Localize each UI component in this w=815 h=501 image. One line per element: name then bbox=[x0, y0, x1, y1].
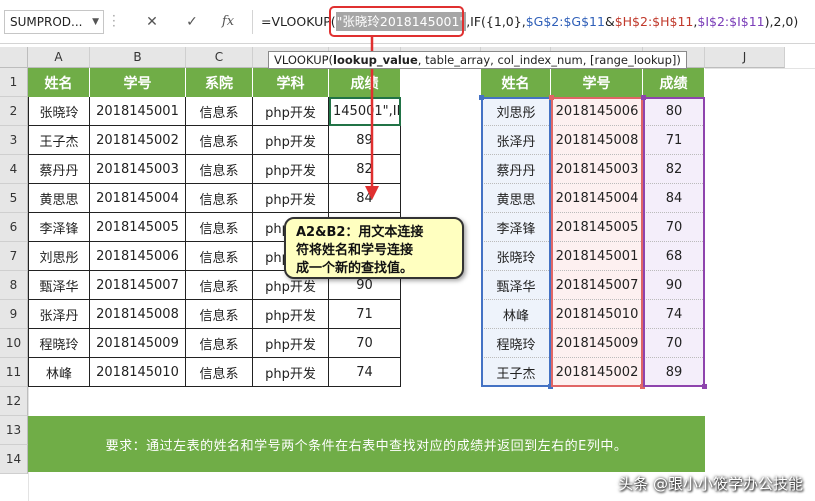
callout-line-2: 符将姓名和学号连接 bbox=[296, 243, 414, 258]
tooltip-fn: VLOOKUP( bbox=[274, 53, 334, 67]
tooltip-args: , table_array, col_index_num, [range_loo… bbox=[417, 53, 681, 67]
excel-window: SUMPROD... ▼ · · · ✕ ✓ fx =VLOOKUP("张晓玲201… bbox=[0, 0, 815, 501]
function-tooltip: VLOOKUP(lookup_value, table_array, col_i… bbox=[268, 51, 687, 69]
tooltip-current-arg[interactable]: lookup_value bbox=[333, 53, 418, 67]
explanation-callout: A2&B2：用文本连接 符将姓名和学号连接 成一个新的查找值。 bbox=[284, 217, 464, 279]
callout-line-3: 成一个新的查找值。 bbox=[296, 261, 414, 276]
watermark: 头条 @跟小小筱学办公技能 bbox=[618, 475, 803, 493]
callout-line-1: A2&B2：用文本连接 bbox=[296, 225, 424, 240]
